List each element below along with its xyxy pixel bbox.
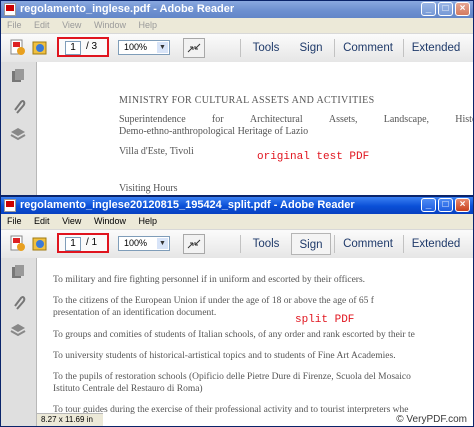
close-button[interactable]: × bbox=[455, 2, 470, 16]
line-word: Landscape, bbox=[383, 114, 430, 125]
navigation-panel bbox=[1, 62, 37, 195]
annotation-original: original test PDF bbox=[257, 151, 370, 163]
maximize-button[interactable]: □ bbox=[438, 198, 453, 212]
page-total: / 3 bbox=[86, 41, 98, 52]
menu-edit[interactable]: Edit bbox=[34, 216, 50, 226]
document-line: To the pupils of restoration schools (Op… bbox=[53, 372, 411, 382]
pdf-file-icon bbox=[4, 3, 16, 16]
create-pdf-icon[interactable] bbox=[9, 39, 27, 57]
page-number-input[interactable]: 1 bbox=[65, 41, 81, 55]
zoom-select[interactable]: 100% ▼ bbox=[118, 236, 170, 251]
line-word: Histo bbox=[455, 114, 473, 125]
close-button[interactable]: × bbox=[455, 198, 470, 212]
zoom-select[interactable]: 100% ▼ bbox=[118, 40, 170, 55]
attachment-icon[interactable] bbox=[10, 98, 26, 114]
menu-view[interactable]: View bbox=[62, 20, 81, 30]
page-navigation: 1 / 3 bbox=[57, 37, 109, 57]
minimize-button[interactable]: _ bbox=[421, 198, 436, 212]
menu-window[interactable]: Window bbox=[94, 216, 126, 226]
fit-page-icon[interactable] bbox=[183, 234, 205, 254]
line-word: Superintendence bbox=[119, 114, 186, 125]
document-line: Demo-ethno-anthropological Heritage of L… bbox=[119, 126, 309, 137]
sign-button[interactable]: Sign bbox=[293, 37, 329, 59]
comment-button[interactable]: Comment bbox=[339, 233, 397, 255]
document-line: To military and fire fighting personnel … bbox=[53, 275, 366, 285]
annotation-split: split PDF bbox=[295, 314, 355, 326]
extended-button[interactable]: Extended bbox=[407, 37, 465, 59]
toolbar-divider bbox=[334, 39, 335, 57]
menu-edit[interactable]: Edit bbox=[34, 20, 50, 30]
menu-file[interactable]: File bbox=[7, 216, 22, 226]
toolbar: 1 / 1 100% ▼ Tools Sign Comment Extended bbox=[1, 229, 473, 259]
document-line: Villa d'Este, Tivoli bbox=[119, 146, 194, 157]
open-file-icon[interactable] bbox=[31, 235, 49, 253]
line-word: for bbox=[211, 114, 224, 125]
line-word: Architectural bbox=[249, 114, 303, 125]
chevron-down-icon[interactable]: ▼ bbox=[157, 42, 168, 53]
zoom-value: 100% bbox=[124, 42, 148, 52]
menu-view[interactable]: View bbox=[62, 216, 81, 226]
menu-bar: File Edit View Window Help bbox=[1, 214, 473, 229]
watermark: © VeryPDF.com bbox=[396, 414, 467, 425]
document-line: To the citizens of the European Union if… bbox=[53, 296, 374, 306]
document-heading: MINISTRY FOR CULTURAL ASSETS AND ACTIVIT… bbox=[119, 95, 375, 106]
title-bar[interactable]: regolamento_inglese20120815_195424_split… bbox=[1, 197, 473, 214]
pdf-file-icon bbox=[4, 199, 16, 212]
document-line: Superintendence for Architectural Assets… bbox=[119, 114, 473, 125]
menu-help[interactable]: Help bbox=[138, 216, 157, 226]
comment-button[interactable]: Comment bbox=[339, 37, 397, 59]
page-total: / 1 bbox=[86, 237, 98, 248]
menu-window[interactable]: Window bbox=[94, 20, 126, 30]
navigation-panel bbox=[1, 258, 37, 426]
title-bar[interactable]: regolamento_inglese.pdf - Adobe Reader _… bbox=[1, 1, 473, 18]
document-view[interactable]: To military and fire fighting personnel … bbox=[37, 258, 473, 426]
tools-button[interactable]: Tools bbox=[246, 37, 286, 59]
fit-page-icon[interactable] bbox=[183, 38, 205, 58]
window-original: regolamento_inglese.pdf - Adobe Reader _… bbox=[0, 0, 474, 196]
toolbar-divider bbox=[240, 235, 241, 253]
line-word: Assets, bbox=[328, 114, 358, 125]
menu-file[interactable]: File bbox=[7, 20, 22, 30]
document-line: To groups and comities of students of It… bbox=[53, 330, 415, 340]
maximize-button[interactable]: □ bbox=[438, 2, 453, 16]
extended-button[interactable]: Extended bbox=[407, 233, 465, 255]
window-title: regolamento_inglese.pdf - Adobe Reader bbox=[20, 3, 235, 15]
toolbar-divider bbox=[403, 235, 404, 253]
toolbar: 1 / 3 100% ▼ Tools Sign Comment Extended bbox=[1, 33, 473, 63]
tools-button[interactable]: Tools bbox=[246, 233, 286, 255]
zoom-value: 100% bbox=[124, 238, 148, 248]
open-file-icon[interactable] bbox=[31, 39, 49, 57]
page-navigation: 1 / 1 bbox=[57, 233, 109, 253]
document-view[interactable]: MINISTRY FOR CULTURAL ASSETS AND ACTIVIT… bbox=[37, 62, 473, 195]
menu-bar: File Edit View Window Help bbox=[1, 18, 473, 33]
window-split: regolamento_inglese20120815_195424_split… bbox=[0, 196, 474, 427]
page-number-input[interactable]: 1 bbox=[65, 237, 81, 251]
menu-help[interactable]: Help bbox=[138, 20, 157, 30]
document-line: Istituto Centrale del Restauro di Roma) bbox=[53, 384, 203, 394]
page-size-status: 8.27 x 11.69 in bbox=[37, 413, 103, 426]
layers-icon[interactable] bbox=[10, 126, 26, 142]
create-pdf-icon[interactable] bbox=[9, 235, 27, 253]
toolbar-divider bbox=[240, 39, 241, 57]
attachment-icon[interactable] bbox=[10, 294, 26, 310]
document-line: To university students of historical-art… bbox=[53, 351, 396, 361]
layers-icon[interactable] bbox=[10, 322, 26, 338]
pages-icon[interactable] bbox=[10, 264, 26, 280]
toolbar-divider bbox=[334, 235, 335, 253]
toolbar-divider bbox=[403, 39, 404, 57]
minimize-button[interactable]: _ bbox=[421, 2, 436, 16]
pages-icon[interactable] bbox=[10, 68, 26, 84]
window-title: regolamento_inglese20120815_195424_split… bbox=[20, 199, 355, 211]
chevron-down-icon[interactable]: ▼ bbox=[157, 238, 168, 249]
document-line: presentation of an identification docume… bbox=[53, 308, 217, 318]
document-line: To tour guides during the exercise of th… bbox=[53, 405, 409, 415]
document-line: Visiting Hours bbox=[119, 183, 178, 194]
sign-button[interactable]: Sign bbox=[291, 233, 331, 255]
